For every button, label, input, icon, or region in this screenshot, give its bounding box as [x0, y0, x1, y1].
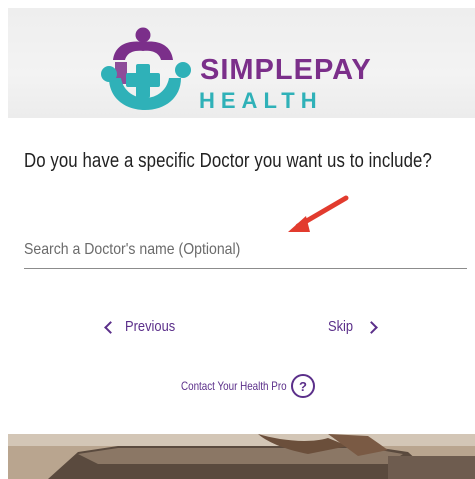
- page: SIMPLEPAY HEALTH Do you have a specific …: [0, 0, 475, 479]
- red-arrow-icon: [288, 195, 349, 232]
- chevron-right-icon: [365, 320, 379, 334]
- contact-label: Contact Your Health Pro: [181, 379, 287, 393]
- previous-button[interactable]: Previous: [104, 318, 183, 335]
- footer-photo: [8, 434, 475, 479]
- search-field-wrapper: [24, 236, 467, 269]
- brand-name-top: SIMPLEPAY: [200, 54, 372, 86]
- question-heading: Do you have a specific Doctor you want u…: [24, 150, 432, 172]
- contact-health-pro-link[interactable]: Contact Your Health Pro ?: [181, 374, 315, 398]
- photo-scene: [8, 434, 475, 479]
- previous-label: Previous: [125, 318, 176, 335]
- doctor-search-input[interactable]: [24, 236, 414, 264]
- chevron-left-icon: [104, 320, 117, 334]
- skip-button[interactable]: Skip: [328, 318, 379, 335]
- skip-label: Skip: [328, 318, 354, 335]
- question-circle-icon[interactable]: ?: [291, 374, 315, 398]
- simplepay-logo-icon: [101, 27, 191, 110]
- header-banner: SIMPLEPAY HEALTH: [8, 8, 475, 118]
- brand-name-bottom: HEALTH: [199, 88, 323, 113]
